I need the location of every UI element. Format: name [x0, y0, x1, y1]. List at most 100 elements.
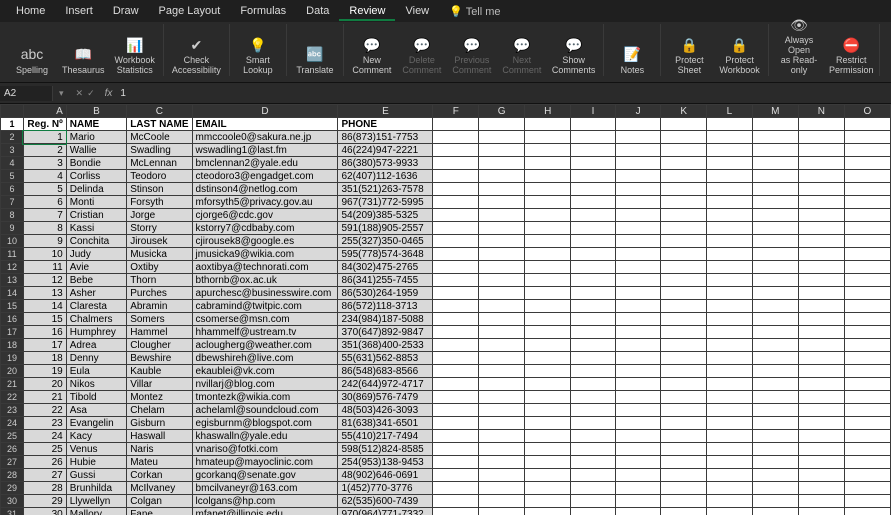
cell[interactable] [798, 495, 844, 508]
cell[interactable]: McIlvaney [127, 482, 192, 495]
cell[interactable] [525, 274, 571, 287]
cell[interactable]: kstorry7@cdbaby.com [192, 222, 338, 235]
row-header[interactable]: 29 [1, 482, 24, 495]
smart-lookup-button[interactable]: 💡SmartLookup [238, 36, 278, 76]
cell[interactable]: 255(327)350-0465 [338, 235, 433, 248]
cell[interactable]: mmccoole0@sakura.ne.jp [192, 131, 338, 144]
check-accessibility-button[interactable]: ✔CheckAccessibility [172, 36, 221, 76]
cell[interactable] [571, 222, 616, 235]
cell[interactable] [433, 118, 479, 131]
select-all-corner[interactable] [1, 105, 24, 118]
cell[interactable] [752, 378, 798, 391]
cell[interactable]: 13 [23, 287, 66, 300]
cell[interactable]: 55(410)217-7494 [338, 430, 433, 443]
cell[interactable] [798, 183, 844, 196]
cell[interactable] [752, 313, 798, 326]
cell[interactable] [707, 456, 753, 469]
cell[interactable] [844, 313, 890, 326]
cell[interactable] [798, 326, 844, 339]
cell[interactable] [661, 378, 707, 391]
cell[interactable] [479, 482, 525, 495]
col-header-D[interactable]: D [192, 105, 338, 118]
cell[interactable] [479, 352, 525, 365]
cell[interactable]: Reg. Nº [23, 118, 66, 131]
cell[interactable]: LAST NAME [127, 118, 192, 131]
cell[interactable] [433, 144, 479, 157]
cell[interactable]: khaswalln@yale.edu [192, 430, 338, 443]
row-header[interactable]: 27 [1, 456, 24, 469]
cell[interactable]: NAME [66, 118, 126, 131]
row-header[interactable]: 2 [1, 131, 24, 144]
row-header[interactable]: 13 [1, 274, 24, 287]
cell[interactable] [661, 287, 707, 300]
cell[interactable]: Musicka [127, 248, 192, 261]
cell[interactable] [479, 456, 525, 469]
cell[interactable] [798, 157, 844, 170]
enter-icon[interactable]: ✓ [87, 88, 95, 99]
col-header-M[interactable]: M [752, 105, 798, 118]
cell[interactable] [525, 170, 571, 183]
cell[interactable] [752, 430, 798, 443]
row-header[interactable]: 3 [1, 144, 24, 157]
cell[interactable] [752, 417, 798, 430]
cell[interactable] [798, 378, 844, 391]
cell[interactable] [661, 274, 707, 287]
spelling-button[interactable]: abcSpelling [12, 36, 52, 76]
cell[interactable]: Corkan [127, 469, 192, 482]
cell[interactable] [433, 261, 479, 274]
row-header[interactable]: 1 [1, 118, 24, 131]
cell[interactable]: dstinson4@netlog.com [192, 183, 338, 196]
cell[interactable] [479, 235, 525, 248]
cell[interactable] [571, 443, 616, 456]
cell[interactable]: 20 [23, 378, 66, 391]
cell[interactable] [844, 352, 890, 365]
cell[interactable] [752, 300, 798, 313]
cell[interactable] [433, 443, 479, 456]
cell[interactable] [571, 313, 616, 326]
cell[interactable] [525, 248, 571, 261]
cell[interactable] [661, 365, 707, 378]
cell[interactable]: 234(984)187-5088 [338, 313, 433, 326]
cell[interactable] [707, 482, 753, 495]
cell[interactable]: Jirousek [127, 235, 192, 248]
cell[interactable] [525, 209, 571, 222]
cell[interactable]: 48(902)646-0691 [338, 469, 433, 482]
cell[interactable]: 84(302)475-2765 [338, 261, 433, 274]
cell[interactable] [707, 495, 753, 508]
cell[interactable] [433, 352, 479, 365]
cell[interactable] [479, 508, 525, 515]
row-header[interactable]: 20 [1, 365, 24, 378]
cell[interactable] [661, 482, 707, 495]
cell[interactable] [752, 235, 798, 248]
cell[interactable]: Eula [66, 365, 126, 378]
cell[interactable] [844, 430, 890, 443]
cell[interactable] [525, 443, 571, 456]
cell[interactable]: 86(873)151-7753 [338, 131, 433, 144]
cell[interactable] [571, 300, 616, 313]
cell[interactable]: dbewshireh@live.com [192, 352, 338, 365]
cell[interactable] [752, 131, 798, 144]
cell[interactable]: cabramind@twitpic.com [192, 300, 338, 313]
cell[interactable] [479, 261, 525, 274]
cell[interactable] [479, 391, 525, 404]
cell[interactable] [615, 469, 660, 482]
cell[interactable]: egisburnm@blogspot.com [192, 417, 338, 430]
cell[interactable] [433, 248, 479, 261]
cell[interactable] [615, 417, 660, 430]
cell[interactable]: hmateup@mayoclinic.com [192, 456, 338, 469]
cell[interactable] [661, 144, 707, 157]
cell[interactable] [479, 417, 525, 430]
cell[interactable] [433, 287, 479, 300]
row-header[interactable]: 28 [1, 469, 24, 482]
row-header[interactable]: 5 [1, 170, 24, 183]
cell[interactable] [479, 365, 525, 378]
cell[interactable] [752, 443, 798, 456]
cell[interactable]: achelaml@soundcloud.com [192, 404, 338, 417]
cell[interactable]: 595(778)574-3648 [338, 248, 433, 261]
cell[interactable]: Swadling [127, 144, 192, 157]
cell[interactable] [479, 183, 525, 196]
cell[interactable]: csomerse@msn.com [192, 313, 338, 326]
cell[interactable] [707, 261, 753, 274]
cell[interactable] [571, 391, 616, 404]
cell[interactable]: Bebe [66, 274, 126, 287]
